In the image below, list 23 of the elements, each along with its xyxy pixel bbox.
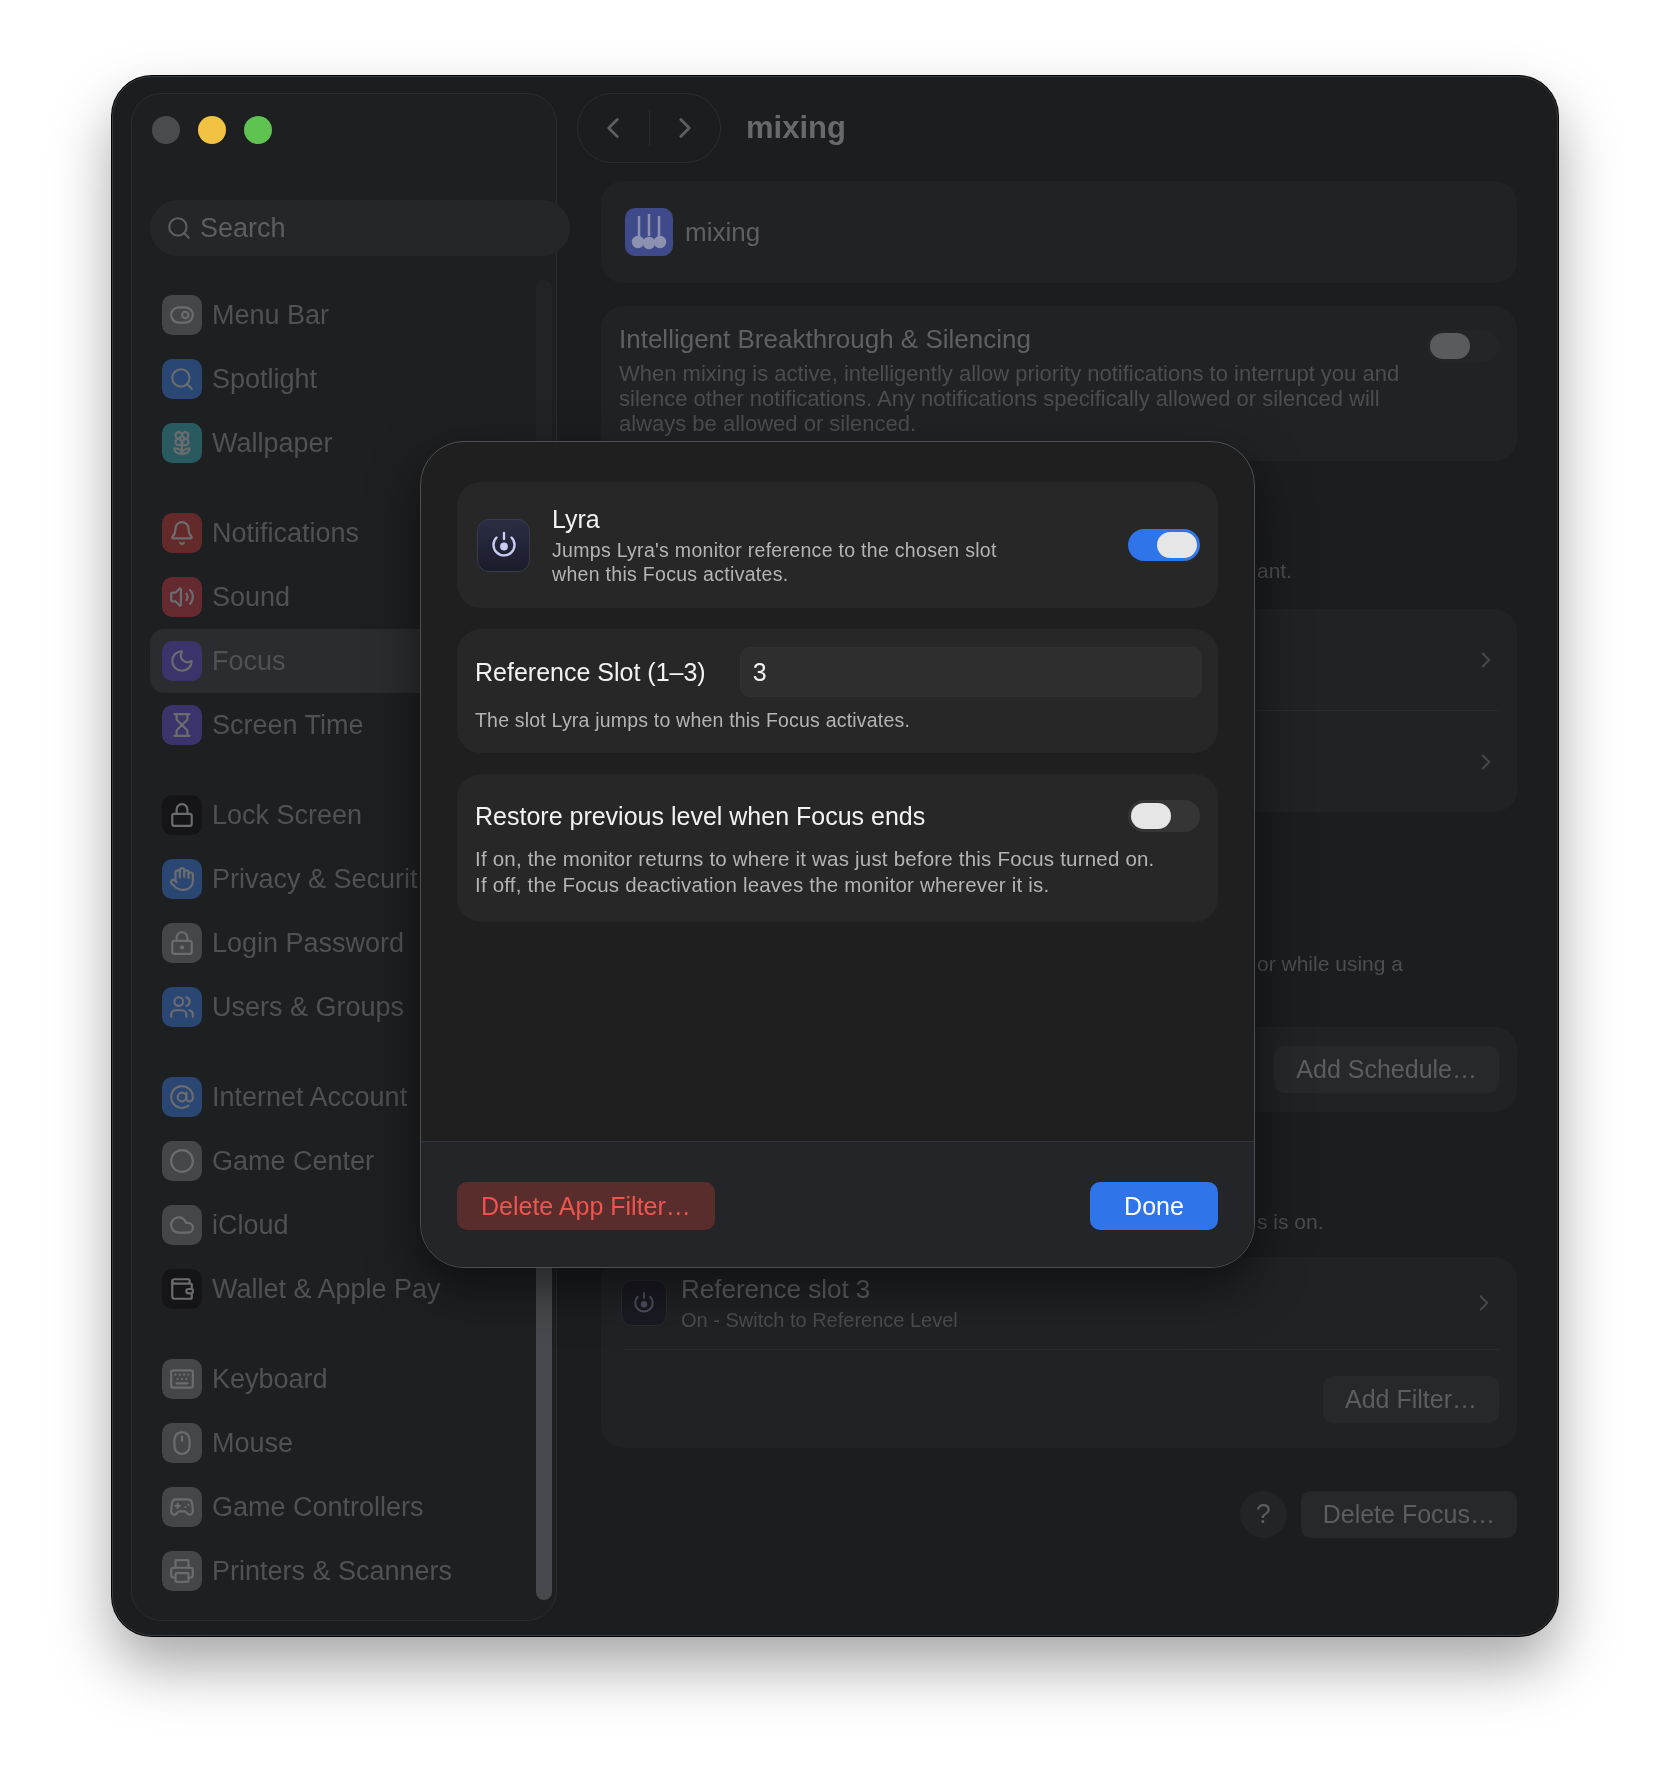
zoom-button[interactable] <box>244 116 272 144</box>
restore-description: If on, the monitor returns to where it was just before this Focus turned on. <box>475 846 1156 872</box>
slot-hint: The slot Lyra jumps to when this Focus activates. <box>475 709 911 732</box>
search-icon <box>166 215 192 241</box>
done-button[interactable]: Done <box>1090 1182 1218 1230</box>
knob-icon <box>621 1280 667 1326</box>
delete-app-filter-button[interactable]: Delete App Filter… <box>457 1182 715 1230</box>
setting-title: Intelligent Breakthrough & Silencing <box>619 324 1032 355</box>
toggle-switch[interactable] <box>1128 529 1200 561</box>
slot-field[interactable]: 3 <box>739 647 1202 697</box>
minimize-button[interactable] <box>198 116 226 144</box>
guitars-icon <box>625 208 673 256</box>
toggle-switch[interactable] <box>1128 800 1200 832</box>
app-description: Jumps Lyra's monitor reference to the chosen slot when this Focus activates. <box>552 537 998 586</box>
app-name: Lyra <box>552 504 601 534</box>
window-title: mixing <box>746 110 846 146</box>
restore-label: Restore previous level when Focus ends <box>475 801 926 831</box>
help-button[interactable]: ? <box>1239 1491 1287 1538</box>
focus-name: mixing <box>685 216 761 248</box>
search-field[interactable]: Search <box>150 200 570 256</box>
knob-icon <box>477 518 530 572</box>
close-button[interactable] <box>152 116 180 144</box>
restore-description: If off, the Focus deactivation leaves the monitor wherever it is. <box>475 872 1051 898</box>
